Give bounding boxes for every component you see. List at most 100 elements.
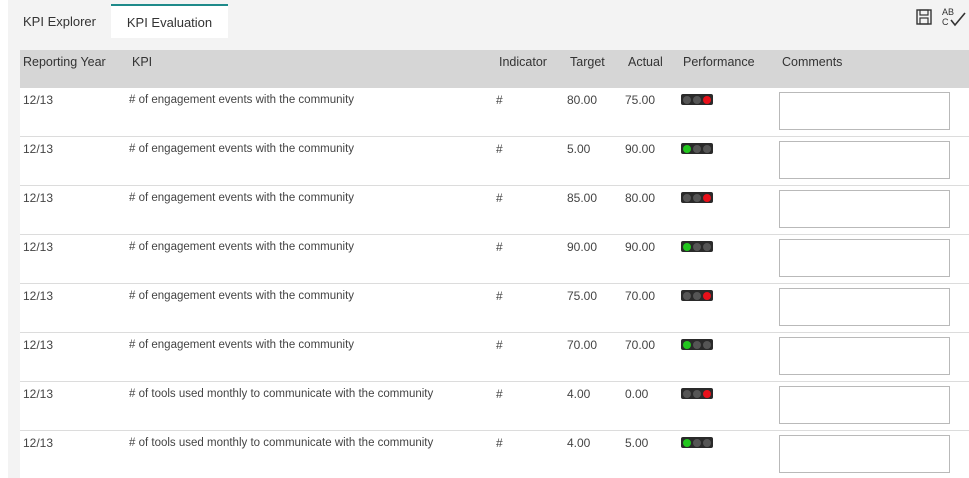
actual-cell: 70.00 (625, 338, 656, 352)
traffic-light-icon (681, 241, 713, 252)
traffic-light-green (683, 340, 691, 349)
reporting-year-cell: 12/13 (23, 93, 54, 107)
tab-kpi-explorer[interactable]: KPI Explorer (8, 4, 111, 38)
traffic-light-amber (693, 438, 701, 447)
traffic-light-green (683, 144, 691, 153)
traffic-light-amber (693, 340, 701, 349)
traffic-light-amber (693, 144, 701, 153)
comments-cell (779, 92, 950, 130)
column-header-performance[interactable]: Performance (683, 54, 755, 70)
actual-cell: 90.00 (625, 142, 656, 156)
table-row: 12/13 # of engagement events with the com… (20, 284, 969, 333)
indicator-cell: # (496, 338, 503, 352)
reporting-year-cell: 12/13 (23, 142, 54, 156)
target-cell: 75.00 (567, 289, 598, 303)
performance-cell (681, 388, 713, 399)
tab-bar: KPI Explorer KPI Evaluation (8, 0, 969, 38)
comment-input[interactable] (779, 92, 950, 130)
traffic-light-icon (681, 192, 713, 203)
target-cell: 90.00 (567, 240, 598, 254)
traffic-light-red (703, 438, 711, 447)
comment-input[interactable] (779, 435, 950, 473)
kpi-cell: # of engagement events with the communit… (129, 192, 355, 204)
target-cell: 85.00 (567, 191, 598, 205)
kpi-cell: # of engagement events with the communit… (129, 290, 355, 302)
traffic-light-amber (693, 95, 701, 104)
spellcheck-icon[interactable]: AB C (941, 6, 967, 28)
grid-header: Reporting Year KPI Indicator Target Actu… (20, 50, 969, 88)
kpi-cell: # of engagement events with the communit… (129, 241, 355, 253)
table-row: 12/13 # of engagement events with the com… (20, 235, 969, 284)
comments-cell (779, 239, 950, 277)
target-cell: 70.00 (567, 338, 598, 352)
column-header-indicator[interactable]: Indicator (499, 54, 547, 70)
svg-text:C: C (942, 17, 949, 27)
traffic-light-green (683, 291, 691, 300)
grid-body: 12/13 # of engagement events with the com… (20, 88, 969, 478)
kpi-cell: # of engagement events with the communit… (129, 143, 355, 155)
kpi-cell: # of engagement events with the communit… (129, 339, 355, 351)
actual-cell: 70.00 (625, 289, 656, 303)
performance-cell (681, 437, 713, 448)
traffic-light-icon (681, 437, 713, 448)
reporting-year-cell: 12/13 (23, 289, 54, 303)
traffic-light-amber (693, 389, 701, 398)
comment-input[interactable] (779, 337, 950, 375)
table-row: 12/13 # of engagement events with the com… (20, 88, 969, 137)
indicator-cell: # (496, 387, 503, 401)
column-header-comments[interactable]: Comments (782, 54, 842, 70)
kpi-evaluation-grid: Reporting Year KPI Indicator Target Actu… (20, 50, 969, 478)
traffic-light-green (683, 95, 691, 104)
indicator-cell: # (496, 436, 503, 450)
indicator-cell: # (496, 142, 503, 156)
traffic-light-green (683, 242, 691, 251)
kpi-cell: # of tools used monthly to communicate w… (129, 388, 434, 400)
actual-cell: 75.00 (625, 93, 656, 107)
column-header-kpi[interactable]: KPI (132, 54, 152, 70)
save-icon[interactable] (913, 6, 935, 28)
comment-input[interactable] (779, 239, 950, 277)
traffic-light-red (703, 242, 711, 251)
column-header-target[interactable]: Target (570, 54, 605, 70)
tab-kpi-evaluation[interactable]: KPI Evaluation (111, 4, 228, 38)
traffic-light-red (703, 291, 711, 300)
svg-text:AB: AB (942, 7, 954, 17)
traffic-light-icon (681, 94, 713, 105)
indicator-cell: # (496, 191, 503, 205)
target-cell: 4.00 (567, 387, 591, 401)
table-row: 12/13 # of engagement events with the com… (20, 186, 969, 235)
traffic-light-green (683, 389, 691, 398)
comments-cell (779, 288, 950, 326)
comment-input[interactable] (779, 141, 950, 179)
table-row: 12/13 # of tools used monthly to communic… (20, 431, 969, 478)
actual-cell: 80.00 (625, 191, 656, 205)
traffic-light-red (703, 193, 711, 202)
actual-cell: 0.00 (625, 387, 649, 401)
actual-cell: 5.00 (625, 436, 649, 450)
traffic-light-icon (681, 388, 713, 399)
traffic-light-amber (693, 242, 701, 251)
indicator-cell: # (496, 240, 503, 254)
reporting-year-cell: 12/13 (23, 240, 54, 254)
comment-input[interactable] (779, 386, 950, 424)
column-header-reporting-year[interactable]: Reporting Year (23, 54, 106, 70)
traffic-light-green (683, 438, 691, 447)
traffic-light-red (703, 389, 711, 398)
traffic-light-red (703, 340, 711, 349)
traffic-light-amber (693, 291, 701, 300)
traffic-light-icon (681, 143, 713, 154)
traffic-light-red (703, 144, 711, 153)
reporting-year-cell: 12/13 (23, 191, 54, 205)
comment-input[interactable] (779, 288, 950, 326)
performance-cell (681, 192, 713, 203)
traffic-light-red (703, 95, 711, 104)
content-panel: Reporting Year KPI Indicator Target Actu… (8, 38, 969, 478)
column-header-actual[interactable]: Actual (628, 54, 663, 70)
indicator-cell: # (496, 289, 503, 303)
traffic-light-green (683, 193, 691, 202)
comment-input[interactable] (779, 190, 950, 228)
reporting-year-cell: 12/13 (23, 436, 54, 450)
traffic-light-amber (693, 193, 701, 202)
performance-cell (681, 339, 713, 350)
actual-cell: 90.00 (625, 240, 656, 254)
